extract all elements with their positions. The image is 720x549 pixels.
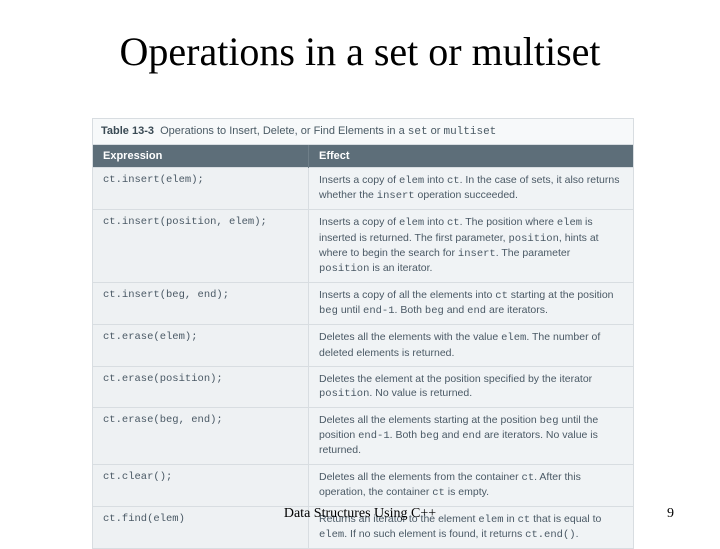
caption-code-set: set: [408, 126, 428, 138]
table-row: ct.insert(beg, end);Inserts a copy of al…: [93, 283, 633, 325]
table-row: ct.erase(position);Deletes the element a…: [93, 366, 633, 407]
effect-cell: Inserts a copy of all the elements into …: [309, 283, 634, 325]
expression-cell: ct.insert(elem);: [93, 168, 309, 210]
effect-cell: Deletes all the elements with the value …: [309, 325, 634, 366]
table-row: ct.insert(position, elem);Inserts a copy…: [93, 210, 633, 283]
slide: Operations in a set or multiset Table 13…: [0, 0, 720, 540]
caption-code-multiset: multiset: [443, 126, 496, 138]
expression-cell: ct.clear();: [93, 464, 309, 506]
expression-cell: ct.erase(beg, end);: [93, 408, 309, 465]
col-expression: Expression: [93, 145, 309, 168]
expression-cell: ct.erase(position);: [93, 366, 309, 407]
operations-table: Expression Effect ct.insert(elem);Insert…: [93, 145, 633, 548]
effect-cell: Deletes the element at the position spec…: [309, 366, 634, 407]
expression-cell: ct.erase(elem);: [93, 325, 309, 366]
effect-cell: Inserts a copy of elem into ct. The posi…: [309, 210, 634, 283]
table-row: ct.insert(elem);Inserts a copy of elem i…: [93, 168, 633, 210]
table-caption-text: Operations to Insert, Delete, or Find El…: [160, 125, 408, 137]
table-row: ct.erase(elem);Deletes all the elements …: [93, 325, 633, 366]
expression-cell: ct.insert(beg, end);: [93, 283, 309, 325]
table-caption: Table 13-3 Operations to Insert, Delete,…: [93, 119, 633, 145]
effect-cell: Deletes all the elements starting at the…: [309, 408, 634, 465]
table-row: ct.erase(beg, end);Deletes all the eleme…: [93, 408, 633, 465]
operations-table-wrap: Table 13-3 Operations to Insert, Delete,…: [92, 118, 634, 549]
effect-cell: Inserts a copy of elem into ct. In the c…: [309, 168, 634, 210]
slide-title: Operations in a set or multiset: [0, 28, 720, 75]
footer-text: Data Structures Using C++: [0, 506, 720, 522]
effect-cell: Deletes all the elements from the contai…: [309, 464, 634, 506]
table-row: ct.clear();Deletes all the elements from…: [93, 464, 633, 506]
page-number: 9: [667, 506, 674, 522]
table-number: Table 13-3: [101, 125, 154, 137]
table-header-row: Expression Effect: [93, 145, 633, 168]
col-effect: Effect: [309, 145, 634, 168]
expression-cell: ct.insert(position, elem);: [93, 210, 309, 283]
caption-or: or: [428, 125, 444, 137]
